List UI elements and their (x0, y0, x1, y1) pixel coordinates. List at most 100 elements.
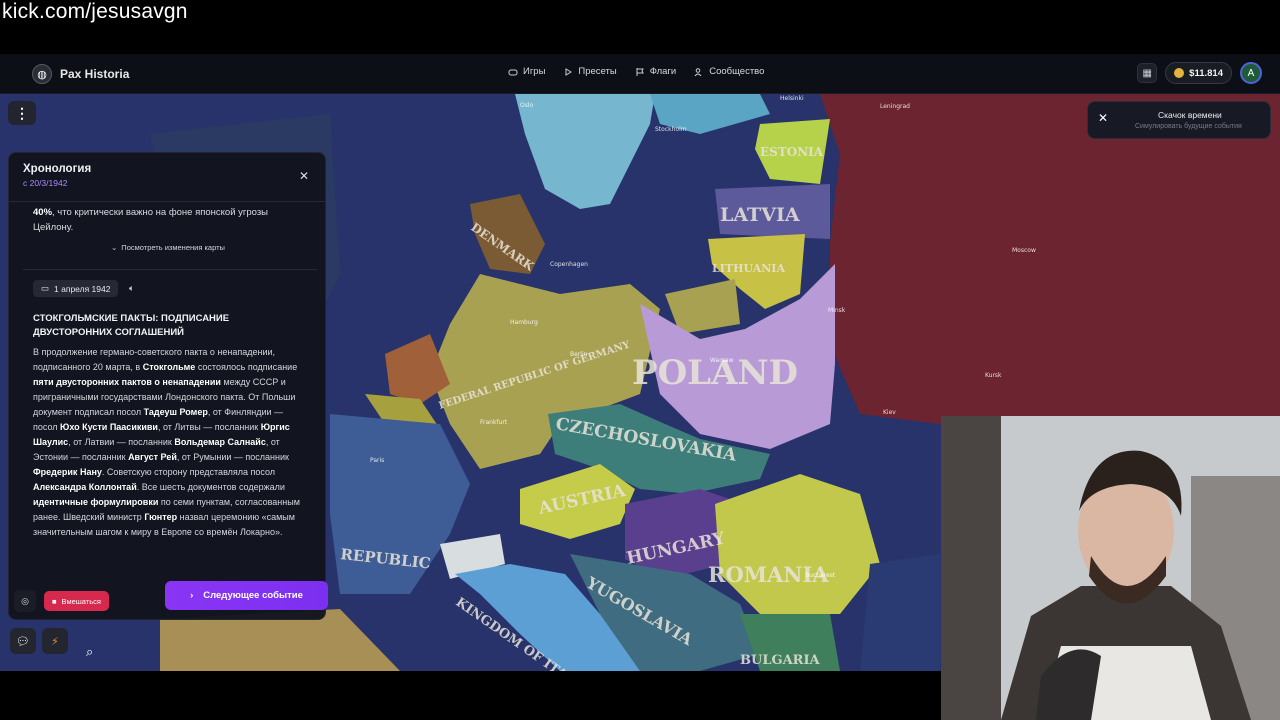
city-paris: Paris (370, 457, 384, 464)
chevron-right-icon: › (190, 590, 194, 601)
city-minsk: Minsk (828, 307, 846, 314)
coin-amount: $11.814 (1189, 67, 1223, 79)
stream-url: kick.com/jesusavgn (2, 0, 188, 23)
main-nav: Игры Пресеты Флаги Сообщество (508, 66, 764, 77)
city-leningrad: Leningrad (880, 103, 910, 110)
speaker-icon[interactable]: 🔈︎ (129, 283, 134, 294)
webcam-overlay (941, 416, 1280, 720)
search-icon[interactable]: ⌕ (86, 644, 93, 660)
event-body-highlight: Стокгольме (142, 362, 196, 372)
region-ussr (820, 94, 1280, 424)
city-moscow: Moscow (1012, 247, 1036, 254)
event-body-text: , от Румынии — посланник (176, 452, 289, 462)
event-body-highlight: Гюнтер (144, 512, 178, 522)
nav-community-label: Сообщество (709, 66, 765, 77)
streamer-video (941, 416, 1280, 720)
event-title: Стокгольмские пакты: подписание двусторо… (33, 313, 230, 338)
timeline-header: Хронология с 20/3/1942 (23, 163, 91, 188)
event-body-highlight: идентичные формулировки (33, 497, 159, 507)
label-estonia: ESTONIA (760, 145, 824, 159)
coin-icon (1174, 68, 1185, 78)
city-copenhagen: Copenhagen (550, 261, 588, 268)
nav-presets-label: Пресеты (578, 66, 617, 77)
nav-flags-label: Флаги (649, 66, 677, 77)
event-body-text: . Советскую сторону представляла посол (101, 467, 276, 477)
city-stockholm: Stockholm (655, 126, 687, 133)
top-navigation-bar: ◍ Pax Historia Игры Пресеты Флаги Сообще… (0, 54, 1280, 94)
label-lithuania: LITHUANIA (712, 262, 785, 275)
kebab-menu-icon: ⋮ (15, 104, 29, 121)
map-menu-button[interactable]: ⋮ (8, 101, 36, 125)
nav-flags[interactable]: Флаги (635, 66, 677, 77)
previous-event-text: 40%, что критически важно на фоне японск… (33, 205, 303, 235)
event-body-highlight: Фредерик Нану (33, 467, 102, 477)
nav-games[interactable]: Игры (508, 66, 545, 77)
event-card: ▭ 1 апреля 1942 🔈︎ Стокгольмские пакты: … (23, 269, 317, 609)
event-body-highlight: Август Рей (128, 452, 177, 462)
panel-footer: ◎ ■ Вмешаться (14, 590, 109, 612)
city-kursk: Kursk (985, 372, 1002, 379)
event-body-text: . Все шесть документов содержали (136, 482, 285, 492)
city-kiev: Kiev (883, 409, 896, 416)
bottom-toolbar: 💬︎ ⚡︎ (10, 628, 68, 654)
city-hamburg: Hamburg (510, 319, 538, 326)
time-skip-panel[interactable]: ✕ Скачок времени Симулировать будущие со… (1087, 101, 1271, 139)
timeline-since: с 20/3/1942 (23, 178, 68, 188)
coin-balance[interactable]: $11.814 (1165, 62, 1232, 84)
event-date-chip: ▭ 1 апреля 1942 (33, 280, 119, 297)
next-event-button[interactable]: › Следующее событие (165, 581, 328, 610)
time-skip-subtitle: Симулировать будущие события (1135, 123, 1242, 130)
event-body-highlight: Юхо Кусти Паасикиви (60, 422, 158, 432)
event-body-text: , от Латвии — посланник (68, 437, 175, 447)
stop-icon: ■ (52, 596, 57, 606)
brand[interactable]: ◍ Pax Historia (32, 64, 129, 84)
event-body-highlight: Александра Коллонтай (33, 482, 137, 492)
city-helsinki: Helsinki (780, 95, 804, 102)
intervene-label: Вмешаться (61, 596, 101, 606)
city-oslo: Oslo (520, 102, 534, 109)
event-body-text: , от Литвы — посланник (157, 422, 261, 432)
stream-frame: { "stream": { "url": "kick.com/jesusavgn… (0, 0, 1280, 720)
event-body-text: состоялось подписание (195, 362, 298, 372)
next-event-label: Следующее событие (203, 590, 303, 601)
intervene-button[interactable]: ■ Вмешаться (44, 591, 109, 611)
city-warsaw: Warsaw (710, 357, 733, 364)
view-changes-label: Посмотреть изменения карты (121, 243, 225, 252)
close-icon[interactable]: ✕ (299, 169, 309, 183)
city-berlin: Berlin (570, 351, 588, 358)
event-body: В продолжение германо-советского пакта о… (33, 345, 305, 540)
calendar-icon: ▭ (41, 283, 50, 293)
event-body-highlight: Тадеуш Ромер (143, 407, 208, 417)
prev-rest: , что критически важно на фоне японской … (33, 207, 269, 233)
nav-community[interactable]: Сообщество (694, 66, 764, 77)
event-body-highlight: Вольдемар Салнайс (174, 437, 266, 447)
account-tools: ▦ $11.814 A (1137, 62, 1262, 84)
gift-icon[interactable]: ▦ (1137, 63, 1158, 83)
close-icon[interactable]: ✕ (1098, 111, 1108, 125)
event-date: 1 апреля 1942 (54, 283, 111, 294)
users-icon (694, 67, 702, 76)
flag-icon (636, 67, 644, 76)
settings-icon[interactable]: ◎ (14, 590, 36, 612)
view-map-changes-link[interactable]: ⌄ Посмотреть изменения карты (111, 243, 225, 252)
label-latvia: LATVIA (720, 204, 800, 226)
city-frankfurt: Frankfurt (480, 419, 508, 426)
nav-games-label: Игры (523, 66, 546, 77)
gamepad-icon (508, 69, 518, 75)
user-avatar[interactable]: A (1240, 62, 1262, 84)
divider (9, 201, 325, 202)
nav-presets[interactable]: Пресеты (563, 66, 617, 77)
timeline-title: Хронология (23, 163, 92, 175)
prev-bold: 40% (33, 207, 53, 218)
play-icon (565, 67, 573, 76)
label-bulgaria: BULGARIA (740, 653, 821, 668)
chevron-down-icon: ⌄ (111, 243, 118, 252)
time-skip-title: Скачок времени (1158, 110, 1222, 120)
lightning-icon[interactable]: ⚡︎ (42, 628, 68, 654)
event-body-highlight: пяти двусторонних пактов о ненападении (33, 377, 221, 387)
city-bucharest: Bucharest (805, 572, 836, 579)
globe-logo-icon: ◍ (32, 64, 52, 84)
chat-icon[interactable]: 💬︎ (10, 628, 36, 654)
brand-name: Pax Historia (60, 67, 130, 81)
timeline-panel: Хронология с 20/3/1942 ✕ 40%, что критич… (8, 152, 326, 620)
